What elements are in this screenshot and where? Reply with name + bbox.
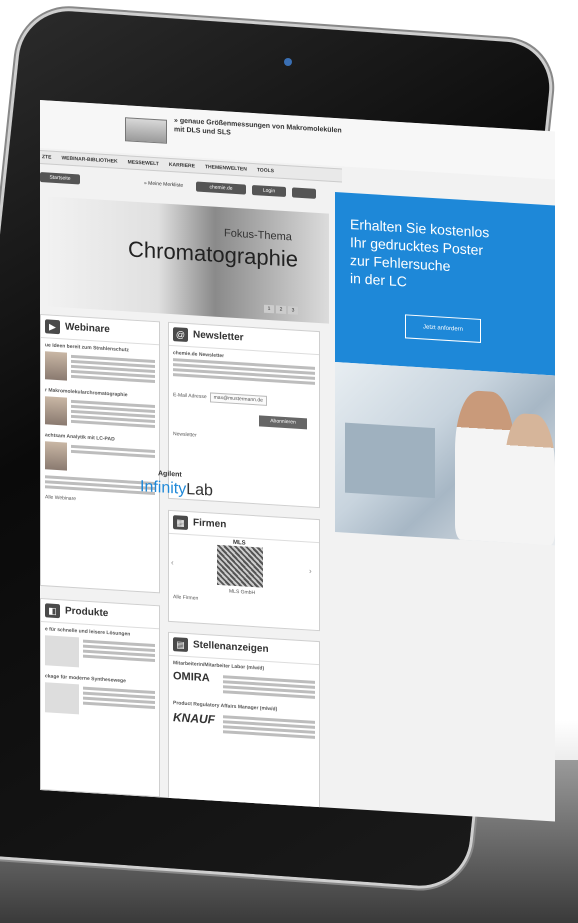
pager-item[interactable]: 3 <box>288 306 298 315</box>
firmen-panel: ▦ Firmen ‹ MLS MLS GmbH › Alle Firmen <box>168 509 320 632</box>
company-logo[interactable] <box>217 544 263 588</box>
nav-item[interactable]: ZTE <box>42 151 51 164</box>
speaker-avatar <box>45 441 67 471</box>
domain-select[interactable]: chemie.de <box>196 181 246 195</box>
nav-item[interactable]: KARRIERE <box>169 159 195 173</box>
company-logo-label: MLS <box>233 539 246 547</box>
firmen-title: Firmen <box>193 517 227 531</box>
newsletter-panel: @ Newsletter chemie.de Newsletter E-Mail… <box>168 321 320 509</box>
briefcase-icon: ▤ <box>173 637 188 653</box>
hero-pager: 1 2 3 <box>264 304 298 315</box>
carousel-next-icon[interactable]: › <box>309 566 312 575</box>
ad-cta-button[interactable]: Jetzt anfordern <box>405 314 481 343</box>
produkte-panel: ◧ Produkte e für schnelle und leisere Lö… <box>40 598 160 798</box>
scientist-figure <box>505 412 555 546</box>
product-image <box>45 635 79 668</box>
nav-item[interactable]: THEMENWELTEN <box>205 161 247 176</box>
ad-headline: Erhalten Sie kostenlos Ihr gedrucktes Po… <box>350 215 490 290</box>
newsletter-title: Newsletter <box>193 329 244 344</box>
all-webinars-link[interactable]: Alle Webinare <box>45 494 155 507</box>
login-button[interactable]: Login <box>252 184 286 198</box>
tablet-device: » genaue Größenmessungen von Makromolekü… <box>0 0 578 923</box>
email-label: E-Mail Adresse <box>173 392 207 401</box>
nav-item[interactable]: TOOLS <box>257 164 274 177</box>
stellen-panel: ▤ Stellenanzeigen Mitarbeiterin/Mitarbei… <box>168 631 320 814</box>
webinare-panel: ▶ Webinare ue Ideen bereit zum Strahlens… <box>40 314 160 594</box>
agilent-ad[interactable]: Erhalten Sie kostenlos Ihr gedrucktes Po… <box>335 192 555 546</box>
tablet-screen: » genaue Größenmessungen von Makromolekü… <box>40 100 555 822</box>
building-icon: ▦ <box>173 515 188 531</box>
pager-item[interactable]: 2 <box>276 305 286 315</box>
product-icon: ◧ <box>45 603 60 619</box>
speaker-avatar <box>45 351 67 381</box>
produkte-title: Produkte <box>65 605 109 620</box>
stellen-title: Stellenanzeigen <box>193 639 269 655</box>
webinare-title: Webinare <box>65 321 110 336</box>
product-image <box>45 682 79 715</box>
agilent-logo: Agilent <box>158 470 182 479</box>
subscribe-button[interactable]: Abonnieren <box>259 415 307 430</box>
email-field[interactable]: max@mustermann.de <box>209 392 267 406</box>
banner-text: » genaue Größenmessungen von Makromolekü… <box>174 117 342 137</box>
company-logo-knauf: KNAUF <box>173 710 215 727</box>
hero-banner[interactable]: Fokus-Thema Chromatographie 1 2 3 <box>44 196 329 324</box>
speaker-avatar <box>45 396 67 426</box>
at-icon: @ <box>173 327 188 343</box>
camera-icon <box>284 58 292 66</box>
lab-photo <box>335 362 555 546</box>
hero-subtitle: Fokus-Thema <box>224 227 292 244</box>
watchlist-link[interactable]: » Meine Merkliste <box>144 180 183 188</box>
webinar-icon: ▶ <box>45 319 60 335</box>
display-toggle[interactable] <box>292 187 316 199</box>
lab-equipment <box>345 422 435 499</box>
newsletter-link[interactable]: Newsletter <box>173 431 315 446</box>
carousel-prev-icon[interactable]: ‹ <box>171 558 174 567</box>
start-button[interactable]: Startseite <box>40 172 80 185</box>
company-logo-omira: OMIRA <box>173 670 210 685</box>
ad-blue-area: Erhalten Sie kostenlos Ihr gedrucktes Po… <box>335 192 555 376</box>
instrument-image <box>125 117 167 144</box>
nav-item[interactable]: WEBINAR-BIBLIOTHEK <box>61 152 117 167</box>
pager-item[interactable]: 1 <box>264 304 274 314</box>
nav-item[interactable]: MESSEWELT <box>128 156 159 170</box>
company-name: MLS GmbH <box>229 588 256 597</box>
